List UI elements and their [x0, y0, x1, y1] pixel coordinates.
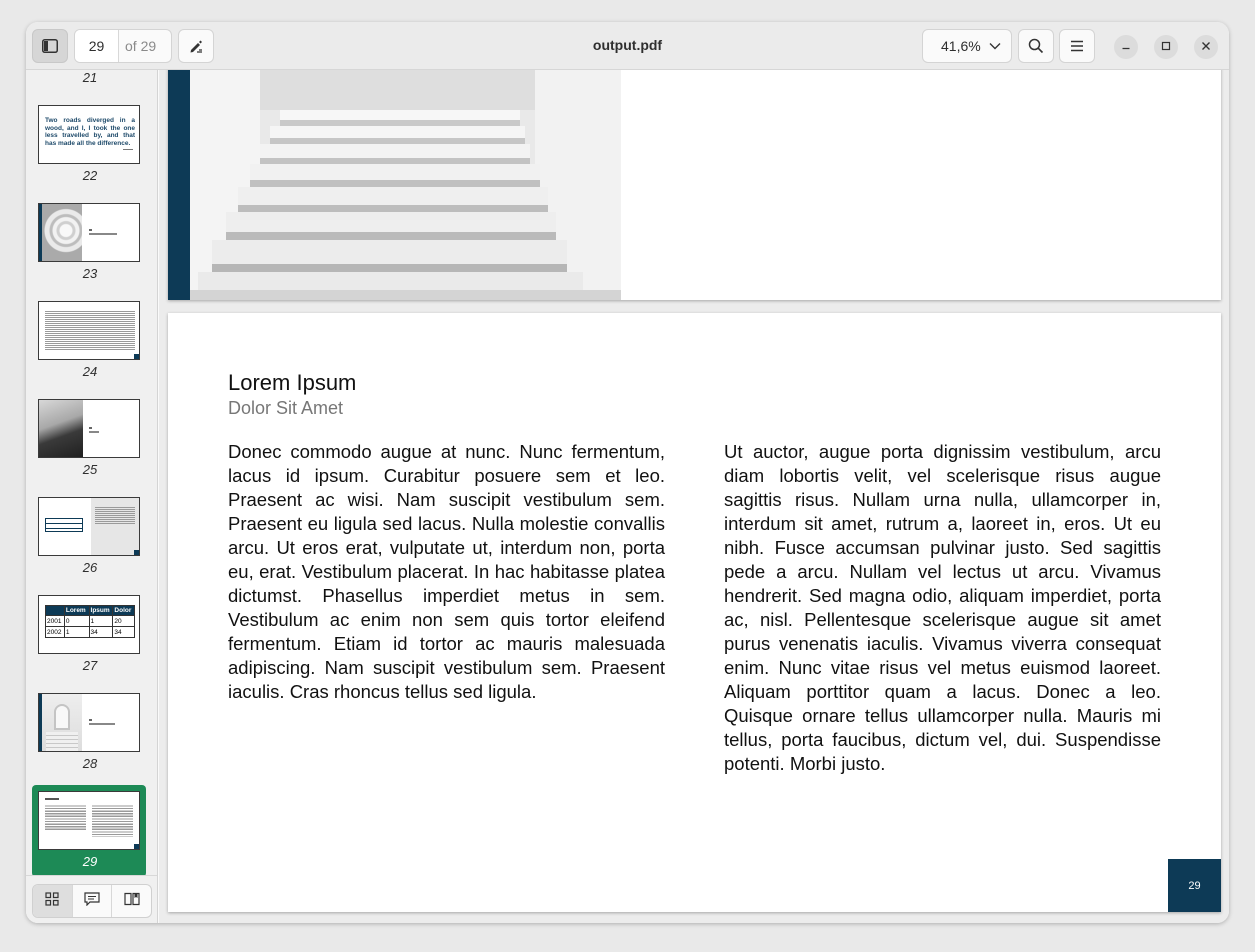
thumbnail-page-22[interactable]: Two roads diverged in a wood, and I, I t…: [38, 105, 140, 164]
table-cell: 2002: [45, 626, 65, 638]
page-title: Lorem Ipsum: [228, 370, 357, 395]
page-number-badge: 29: [1168, 859, 1221, 912]
thumbnail-steps: [46, 732, 78, 751]
thumbnail-label-23: 23: [82, 266, 98, 281]
page-navigator: of 29: [74, 29, 172, 63]
table-header-cell: Dolor: [112, 605, 135, 616]
sidebar-icon: [42, 39, 58, 53]
thumbnail-label-26: 26: [82, 560, 98, 575]
thumbnail-text-line: [89, 427, 92, 429]
close-icon: [1201, 38, 1211, 56]
comment-icon: [84, 891, 100, 911]
table-header-cell: Ipsum: [88, 605, 114, 616]
page-accent-bar: [168, 70, 190, 300]
hamburger-menu-icon: [1070, 40, 1084, 52]
minimize-button[interactable]: [1114, 35, 1138, 59]
table-cell: 1: [88, 615, 114, 627]
thumbnail-text-line: [89, 233, 117, 235]
table-cell: 0: [63, 615, 90, 627]
thumbnail-signature-line: [123, 149, 133, 150]
search-button[interactable]: [1018, 29, 1054, 63]
main-menu-button[interactable]: [1059, 29, 1095, 63]
page-total-label: of 29: [125, 38, 157, 54]
thumbnail-image: [42, 694, 82, 751]
sidebar-mode-switcher: [32, 884, 152, 918]
thumbnail-page-28[interactable]: [38, 693, 140, 752]
thumbnail-label-21: 21: [82, 70, 98, 85]
thumbnail-label-25: 25: [82, 462, 98, 477]
thumbnail-page-number-box: [134, 844, 139, 849]
thumbnail-text-block: [92, 804, 133, 837]
thumbnail-page-23[interactable]: [38, 203, 140, 262]
table-cell: 34: [112, 626, 135, 638]
previous-page: [168, 70, 1221, 300]
thumbnail-data-table: Lorem Ipsum Dolor 2001 0 1 20 2002 1 34 …: [45, 605, 135, 638]
thumbnail-label-29: 29: [82, 854, 98, 869]
thumbnail-text-block: [45, 804, 86, 830]
maximize-button[interactable]: [1154, 35, 1178, 59]
app-window: of 29 output.pdf 41,6%: [26, 22, 1229, 923]
thumbnail-label-24: 24: [82, 364, 98, 379]
thumbnail-page-26[interactable]: [38, 497, 140, 556]
thumbnail-text-block: [95, 506, 135, 524]
thumbnail-page-number-box: [134, 550, 139, 555]
header-bar: of 29 output.pdf 41,6%: [26, 22, 1229, 70]
page-number-input[interactable]: [75, 30, 119, 62]
zoom-dropdown[interactable]: 41,6%: [922, 29, 1012, 63]
thumbnail-text-block: [45, 310, 135, 350]
bookmarks-view-button[interactable]: [112, 885, 151, 917]
thumbnail-arch: [54, 704, 70, 730]
thumbnail-image: [42, 204, 82, 261]
thumbnail-image: [39, 400, 83, 457]
thumbnail-text-line: [89, 719, 92, 721]
thumbnail-page-25[interactable]: [38, 399, 140, 458]
thumbnail-text-line: [89, 431, 99, 433]
thumbnail-label-28: 28: [82, 756, 98, 771]
thumbnail-sidebar: 21 Two roads diverged in a wood, and I, …: [26, 70, 158, 923]
table-cell: 1: [63, 626, 90, 638]
thumbnail-quote: Two roads diverged in a wood, and I, I t…: [45, 117, 135, 147]
grid-icon: [45, 891, 59, 911]
current-page: Lorem Ipsum Dolor Sit Amet Donec commodo…: [168, 313, 1221, 912]
page-subtitle: Dolor Sit Amet: [228, 398, 344, 418]
close-button[interactable]: [1194, 35, 1218, 59]
body-column-right: Ut auctor, augue porta dignissim vestibu…: [724, 441, 1161, 774]
table-header-cell: [45, 605, 65, 616]
thumbnail-page-29[interactable]: [38, 791, 140, 850]
stairs-photo: [190, 70, 621, 300]
table-cell: 20: [112, 615, 135, 627]
thumbnail-text-line: [89, 229, 92, 231]
thumbnail-page-number-box: [134, 354, 139, 359]
thumbnail-mini-table: [45, 518, 83, 532]
table-cell: 34: [88, 626, 114, 638]
sidebar-toggle-button[interactable]: [32, 29, 68, 63]
thumbnail-label-22: 22: [82, 168, 98, 183]
body-column-left: Donec commodo augue at nunc. Nunc fermen…: [228, 441, 665, 702]
zoom-level: 41,6%: [941, 38, 981, 54]
chevron-down-icon: [989, 42, 1001, 50]
search-icon: [1028, 38, 1044, 54]
document-view[interactable]: Lorem Ipsum Dolor Sit Amet Donec commodo…: [159, 70, 1229, 923]
thumbnail-text-line: [89, 723, 115, 725]
table-cell: 2001: [45, 615, 65, 627]
table-header-cell: Lorem: [63, 605, 90, 616]
thumbnail-label-27: 27: [82, 658, 98, 673]
thumbnail-text-line: [45, 798, 59, 800]
maximize-icon: [1161, 38, 1171, 56]
book-icon: [124, 892, 140, 911]
thumbnail-page-27[interactable]: Lorem Ipsum Dolor 2001 0 1 20 2002 1 34 …: [38, 595, 140, 654]
minimize-icon: [1121, 38, 1131, 56]
annotate-button[interactable]: [178, 29, 214, 63]
thumbnails-view-button[interactable]: [33, 885, 73, 917]
thumbnail-page-24[interactable]: [38, 301, 140, 360]
pen-icon: [188, 38, 204, 54]
annotations-view-button[interactable]: [73, 885, 113, 917]
sidebar-footer: [26, 875, 157, 923]
